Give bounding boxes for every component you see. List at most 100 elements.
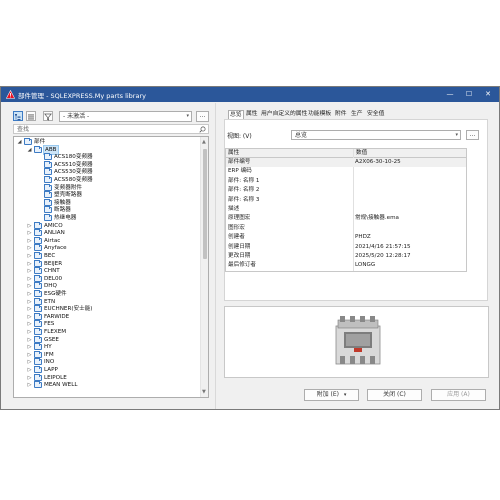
pane-splitter[interactable]	[215, 103, 216, 409]
property-name: 创建者	[228, 234, 245, 241]
property-name: 创建日期	[228, 243, 251, 250]
folder-icon	[34, 320, 42, 328]
tab-3[interactable]: 功能模板	[307, 110, 332, 119]
folder-icon	[34, 236, 42, 244]
filter-dropdown[interactable]: - 未激活 - ▾	[59, 111, 192, 122]
tree-item-manufacturer[interactable]: ▷ MEAN WELL	[14, 381, 198, 389]
folder-icon	[34, 229, 42, 237]
grid-row[interactable]: 原理图宏 常规\接触器.ema	[226, 214, 466, 223]
tab-0[interactable]: 总览	[228, 110, 244, 119]
tab-2[interactable]: 用户自定义的属性	[260, 110, 308, 119]
filter-more-button[interactable]: ...	[196, 111, 209, 122]
grid-row[interactable]: 创建日期 2021/4/16 21:57:15	[226, 243, 466, 252]
parts-management-window: 部件管理 - SQLEXPRESS.My parts library — ☐ ✕…	[0, 86, 500, 410]
scroll-down-arrow[interactable]: ▼	[202, 389, 207, 395]
view-more-button[interactable]: ...	[466, 130, 479, 140]
property-value[interactable]: PHDZ	[355, 233, 371, 242]
folder-icon	[34, 267, 42, 275]
folder-icon	[34, 259, 42, 267]
tree-view-button[interactable]	[13, 111, 23, 121]
folder-icon	[34, 252, 42, 259]
grid-row[interactable]: 部件: 名称 2	[226, 186, 466, 195]
grid-row[interactable]: ERP 编码	[226, 167, 466, 176]
grid-row[interactable]: 更改日期 2025/5/20 12:28:17	[226, 252, 466, 261]
grid-row[interactable]: 描述	[226, 205, 466, 214]
grid-row[interactable]: 部件编号 A2X06-30-10-25	[226, 158, 466, 167]
folder-icon	[34, 350, 42, 358]
close-window-button[interactable]: ✕	[481, 87, 495, 102]
property-name: 最后修订者	[228, 262, 256, 269]
property-value[interactable]: 常规\接触器.ema	[355, 214, 399, 223]
title-bar[interactable]: 部件管理 - SQLEXPRESS.My parts library — ☐ ✕	[1, 87, 499, 102]
part-preview	[224, 306, 489, 378]
folder-icon	[44, 168, 52, 176]
chevron-down-icon: ▾	[186, 113, 189, 119]
property-name: 描述	[228, 206, 240, 212]
filter-icon	[44, 113, 52, 121]
tab-5[interactable]: 生产	[350, 110, 364, 119]
tree-vertical-scrollbar[interactable]: ▲ ▼	[200, 137, 208, 397]
property-name: 部件: 名称 3	[228, 196, 260, 203]
folder-icon	[44, 198, 52, 206]
tab-1[interactable]: 属性	[245, 110, 259, 119]
warning-icon	[6, 90, 15, 99]
minimize-button[interactable]: —	[443, 87, 457, 102]
list-view-button[interactable]	[26, 111, 36, 121]
property-name: ERP 编码	[228, 168, 252, 175]
search-field[interactable]: 查找	[13, 124, 209, 134]
chevron-down-icon: ▾	[455, 132, 458, 138]
chevron-down-icon: ▾	[343, 392, 347, 398]
property-value[interactable]: A2X06-30-10-25	[355, 158, 401, 167]
apply-button[interactable]: 应用 (A)	[431, 389, 486, 401]
filter-value: - 未激活 -	[63, 113, 90, 120]
grid-row[interactable]: 部件: 名称 3	[226, 196, 466, 205]
folder-icon	[34, 145, 42, 153]
folder-icon	[44, 214, 52, 221]
property-name: 部件: 名称 2	[228, 187, 260, 194]
overview-panel: 视图: (V) 总览 ▾ ... 属性 数值 部件编号 A2X06-30-10-2…	[224, 119, 488, 301]
folder-icon	[24, 138, 32, 145]
grid-row[interactable]: 部件: 名称 1	[226, 177, 466, 186]
folder-icon	[34, 274, 42, 282]
property-name: 部件: 名称 1	[228, 177, 260, 184]
list-view-icon	[28, 114, 34, 119]
folder-icon	[34, 335, 42, 343]
folder-icon	[44, 153, 52, 161]
property-value[interactable]: 2025/5/20 12:28:17	[355, 252, 411, 261]
folder-icon	[44, 183, 52, 191]
view-dropdown[interactable]: 总览 ▾	[291, 130, 461, 140]
filter-button[interactable]	[43, 111, 53, 121]
maximize-button[interactable]: ☐	[462, 87, 476, 102]
folder-icon	[34, 366, 42, 373]
property-name: 图形宏	[228, 224, 245, 231]
attach-button[interactable]: 附加 (E) ▾	[304, 389, 359, 401]
property-value[interactable]: 2021/4/16 21:57:15	[355, 243, 411, 252]
column-header-property[interactable]: 属性	[226, 149, 354, 158]
grid-row[interactable]: 最后修订者 LONGG	[226, 261, 466, 270]
tab-6[interactable]: 安全值	[366, 110, 385, 119]
parts-tree[interactable]: ◢ 部件 ◢ ABB ACS180变频器 ACS510变频器 ACS530变频器 ACS580…	[13, 136, 209, 398]
property-grid[interactable]: 属性 数值 部件编号 A2X06-30-10-25 ERP 编码部件: 名称 1 部件…	[225, 148, 467, 272]
folder-icon	[34, 312, 42, 320]
tab-4[interactable]: 附件	[334, 110, 348, 119]
tree-scrollbar-thumb[interactable]	[203, 149, 207, 259]
collapsed-arrow-icon[interactable]: ▷	[27, 381, 32, 389]
grid-row[interactable]: 图形宏	[226, 224, 466, 233]
grid-row[interactable]: 创建者 PHDZ	[226, 233, 466, 242]
folder-icon	[34, 343, 42, 351]
property-name: 原理图宏	[228, 215, 251, 222]
property-name: 更改日期	[228, 253, 251, 259]
folder-icon	[34, 221, 42, 229]
folder-icon	[34, 373, 42, 381]
detail-tabs: 总览 属性 用户自定义的属性 功能模板 附件 生产 安全值	[228, 110, 488, 119]
property-value[interactable]: LONGG	[355, 261, 375, 270]
folder-icon	[34, 358, 42, 366]
scroll-up-arrow[interactable]: ▲	[202, 139, 207, 145]
close-button[interactable]: 关闭 (C)	[367, 389, 422, 401]
tree-item-label: MEAN WELL	[44, 382, 78, 389]
column-header-value[interactable]: 数值	[354, 149, 466, 158]
search-icon[interactable]	[199, 126, 206, 133]
view-value: 总览	[295, 132, 308, 139]
search-input[interactable]: 查找	[17, 126, 29, 133]
folder-icon	[34, 305, 42, 313]
